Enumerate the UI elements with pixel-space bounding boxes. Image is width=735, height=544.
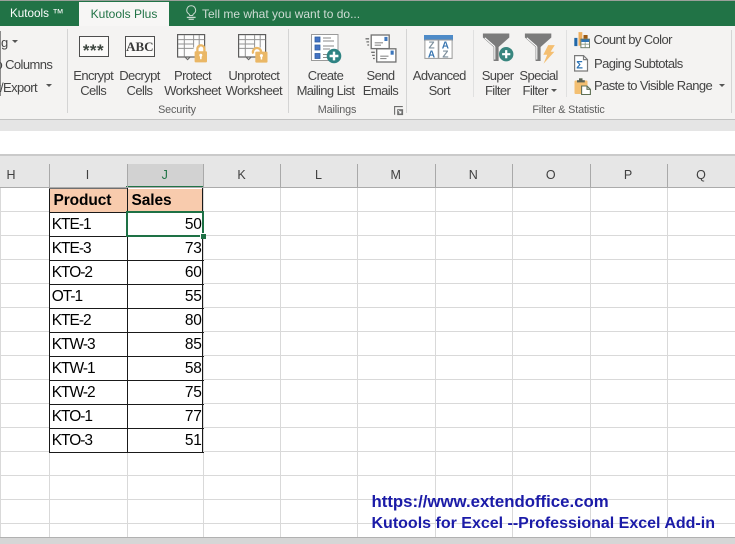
svg-text:Σ: Σ xyxy=(576,59,583,71)
svg-text:Z: Z xyxy=(442,50,448,60)
svg-text:A: A xyxy=(428,50,435,60)
